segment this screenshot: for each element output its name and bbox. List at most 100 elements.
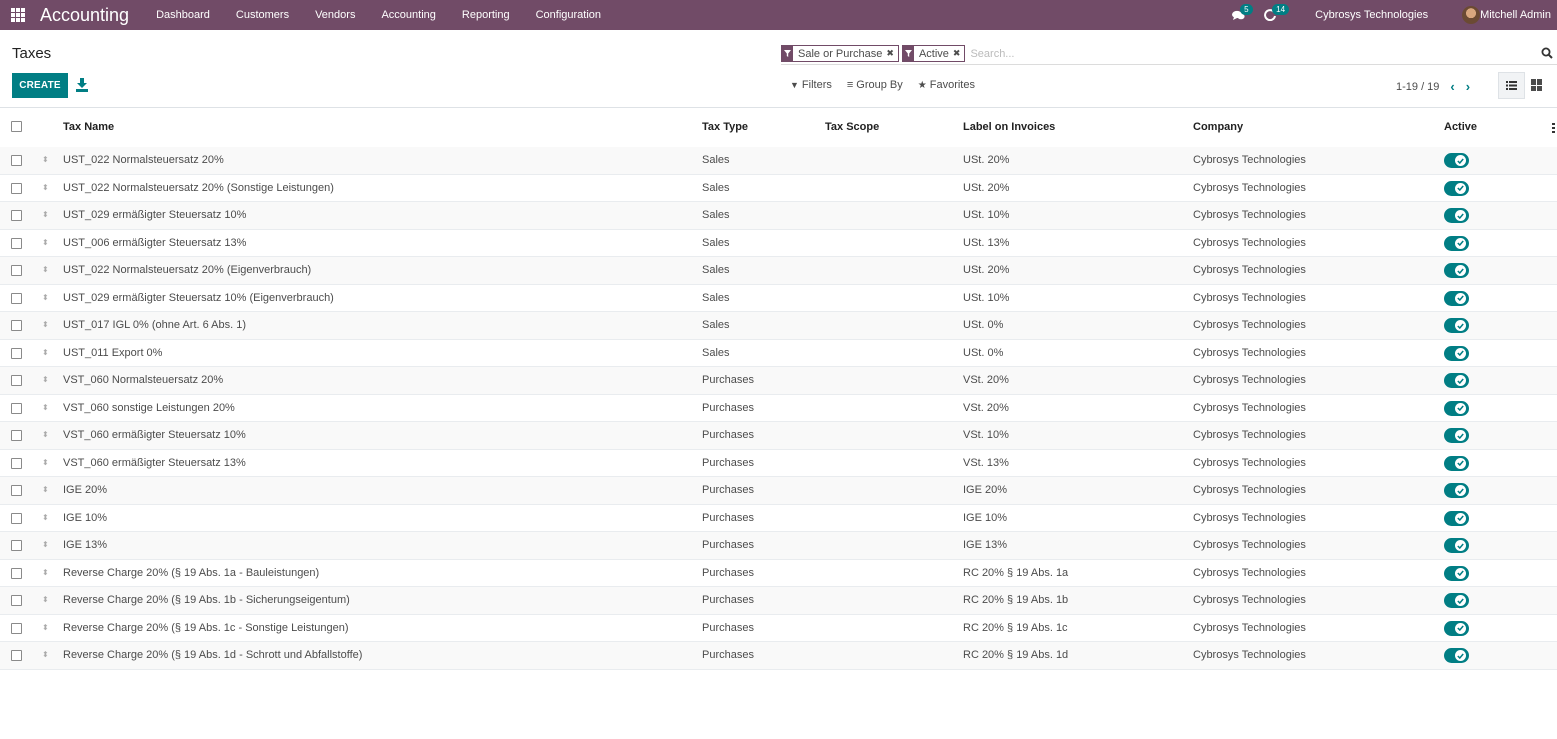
facet-remove-icon[interactable]: ✖ [953, 48, 965, 59]
column-tax-type[interactable]: Tax Type [702, 121, 748, 133]
table-row[interactable]: ⬍ UST_029 ermäßigter Steuersatz 10% Sale… [0, 202, 1557, 230]
row-checkbox[interactable] [11, 347, 22, 359]
drag-handle-icon[interactable]: ⬍ [42, 403, 49, 413]
active-toggle[interactable] [1444, 455, 1469, 471]
drag-handle-icon[interactable]: ⬍ [42, 320, 49, 330]
table-row[interactable]: ⬍ UST_022 Normalsteuersatz 20% (Eigenver… [0, 257, 1557, 285]
list-view-button[interactable] [1498, 72, 1525, 99]
row-checkbox[interactable] [11, 237, 22, 249]
active-toggle[interactable] [1444, 153, 1469, 168]
row-checkbox[interactable] [11, 375, 22, 386]
row-checkbox[interactable] [11, 567, 22, 579]
active-toggle[interactable] [1444, 538, 1469, 553]
active-toggle[interactable] [1444, 483, 1469, 498]
table-row[interactable]: ⬍ IGE 10% Purchases IGE 10% Cybrosys Tec… [0, 505, 1557, 532]
table-row[interactable]: ⬍ UST_029 ermäßigter Steuersatz 10% (Eig… [0, 285, 1557, 312]
kanban-view-button[interactable] [1531, 79, 1543, 91]
pager-previous-icon[interactable]: ‹ [1450, 79, 1454, 94]
active-toggle[interactable] [1444, 428, 1469, 443]
active-toggle[interactable] [1444, 510, 1469, 526]
user-menu[interactable]: Mitchell Admin [1480, 9, 1551, 21]
filters-dropdown[interactable]: ▼ Filters [790, 79, 832, 91]
drag-handle-icon[interactable]: ⬍ [42, 650, 49, 660]
table-row[interactable]: ⬍ VST_060 ermäßigter Steuersatz 10% Purc… [0, 422, 1557, 450]
menu-customers[interactable]: Customers [223, 0, 302, 30]
row-checkbox[interactable] [11, 210, 22, 221]
drag-handle-icon[interactable]: ⬍ [42, 485, 49, 495]
row-checkbox[interactable] [11, 155, 22, 166]
drag-handle-icon[interactable]: ⬍ [42, 183, 49, 193]
column-active[interactable]: Active [1444, 121, 1477, 133]
active-toggle[interactable] [1444, 565, 1469, 581]
company-switcher[interactable]: Cybrosys Technologies [1315, 9, 1428, 21]
row-checkbox[interactable] [11, 485, 22, 496]
pager-next-icon[interactable]: › [1466, 79, 1470, 94]
table-row[interactable]: ⬍ UST_011 Export 0% Sales USt. 0% Cybros… [0, 340, 1557, 367]
row-checkbox[interactable] [11, 595, 22, 606]
drag-handle-icon[interactable]: ⬍ [42, 265, 49, 275]
active-toggle[interactable] [1444, 620, 1469, 636]
menu-dashboard[interactable]: Dashboard [143, 0, 223, 30]
row-checkbox[interactable] [11, 430, 22, 441]
menu-vendors[interactable]: Vendors [302, 0, 368, 30]
row-checkbox[interactable] [11, 457, 22, 469]
row-checkbox[interactable] [11, 540, 22, 551]
table-row[interactable]: ⬍ UST_022 Normalsteuersatz 20% (Sonstige… [0, 175, 1557, 202]
search-input[interactable] [970, 47, 1557, 60]
create-button[interactable]: CREATE [12, 73, 68, 98]
drag-handle-icon[interactable]: ⬍ [42, 348, 49, 358]
drag-handle-icon[interactable]: ⬍ [42, 568, 49, 578]
user-avatar[interactable] [1462, 6, 1481, 24]
active-toggle[interactable] [1444, 318, 1469, 333]
table-row[interactable]: ⬍ Reverse Charge 20% (§ 19 Abs. 1d - Sch… [0, 642, 1557, 670]
table-row[interactable]: ⬍ UST_022 Normalsteuersatz 20% Sales USt… [0, 147, 1557, 175]
select-all-checkbox[interactable] [11, 121, 22, 132]
row-checkbox[interactable] [11, 622, 22, 634]
drag-handle-icon[interactable]: ⬍ [42, 238, 49, 248]
table-row[interactable]: ⬍ VST_060 sonstige Leistungen 20% Purcha… [0, 395, 1557, 422]
app-name[interactable]: Accounting [40, 5, 129, 26]
optional-columns-icon[interactable] [1552, 123, 1555, 133]
drag-handle-icon[interactable]: ⬍ [42, 155, 49, 165]
table-row[interactable]: ⬍ UST_006 ermäßigter Steuersatz 13% Sale… [0, 230, 1557, 257]
table-row[interactable]: ⬍ IGE 13% Purchases IGE 13% Cybrosys Tec… [0, 532, 1557, 560]
row-checkbox[interactable] [11, 265, 22, 276]
table-row[interactable]: ⬍ Reverse Charge 20% (§ 19 Abs. 1b - Sic… [0, 587, 1557, 615]
apps-menu-icon[interactable] [11, 8, 27, 22]
drag-handle-icon[interactable]: ⬍ [42, 293, 49, 303]
column-label-on-invoices[interactable]: Label on Invoices [963, 121, 1055, 133]
column-tax-scope[interactable]: Tax Scope [825, 121, 879, 133]
activities-button[interactable]: 14 [1259, 0, 1290, 30]
drag-handle-icon[interactable]: ⬍ [42, 210, 49, 220]
messages-button[interactable]: 5 [1227, 0, 1253, 30]
row-checkbox[interactable] [11, 320, 22, 331]
drag-handle-icon[interactable]: ⬍ [42, 513, 49, 523]
active-toggle[interactable] [1444, 593, 1469, 608]
menu-accounting[interactable]: Accounting [368, 0, 448, 30]
search-icon[interactable] [1541, 47, 1553, 59]
table-row[interactable]: ⬍ UST_017 IGL 0% (ohne Art. 6 Abs. 1) Sa… [0, 312, 1557, 340]
row-checkbox[interactable] [11, 292, 22, 304]
active-toggle[interactable] [1444, 235, 1469, 251]
drag-handle-icon[interactable]: ⬍ [42, 430, 49, 440]
row-checkbox[interactable] [11, 182, 22, 194]
drag-handle-icon[interactable]: ⬍ [42, 623, 49, 633]
active-toggle[interactable] [1444, 263, 1469, 278]
active-toggle[interactable] [1444, 345, 1469, 361]
drag-handle-icon[interactable]: ⬍ [42, 458, 49, 468]
menu-reporting[interactable]: Reporting [449, 0, 523, 30]
drag-handle-icon[interactable]: ⬍ [42, 540, 49, 550]
group-by-dropdown[interactable]: ≡ Group By [847, 79, 903, 91]
table-row[interactable]: ⬍ VST_060 Normalsteuersatz 20% Purchases… [0, 367, 1557, 395]
active-toggle[interactable] [1444, 373, 1469, 388]
table-row[interactable]: ⬍ Reverse Charge 20% (§ 19 Abs. 1c - Son… [0, 615, 1557, 642]
row-checkbox[interactable] [11, 512, 22, 524]
pager-value[interactable]: 1-19 / 19 [1396, 81, 1439, 93]
table-row[interactable]: ⬍ Reverse Charge 20% (§ 19 Abs. 1a - Bau… [0, 560, 1557, 587]
active-toggle[interactable] [1444, 208, 1469, 223]
drag-handle-icon[interactable]: ⬍ [42, 375, 49, 385]
active-toggle[interactable] [1444, 400, 1469, 416]
row-checkbox[interactable] [11, 402, 22, 414]
download-icon[interactable] [76, 78, 88, 92]
active-toggle[interactable] [1444, 180, 1469, 196]
